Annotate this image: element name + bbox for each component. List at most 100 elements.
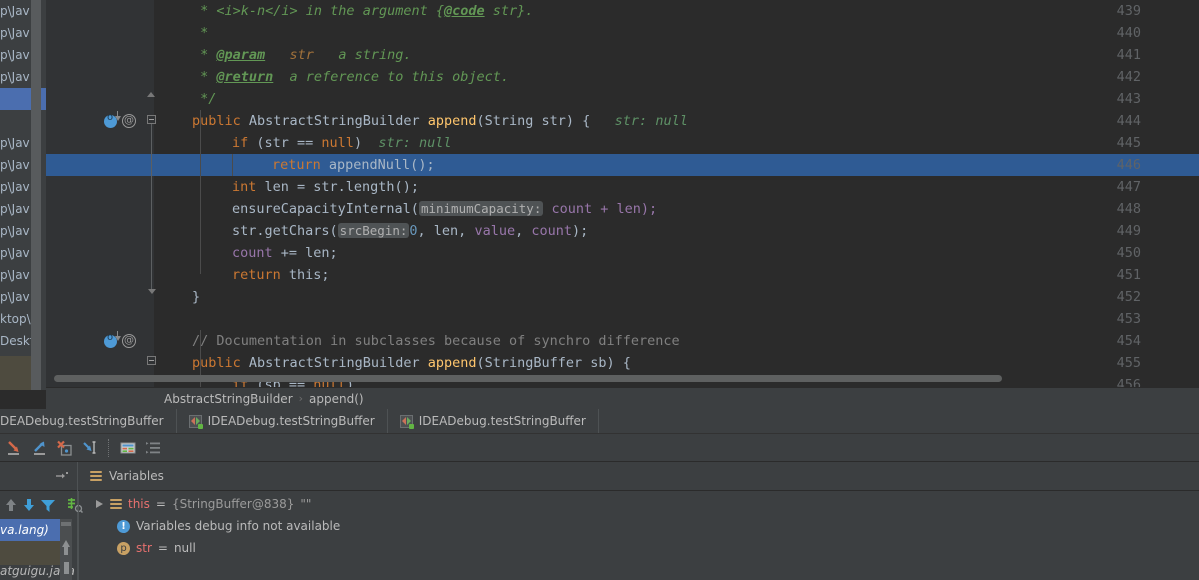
editor-horizontal-scrollbar[interactable] <box>54 375 1002 382</box>
code-text-area[interactable]: * <i>k-n</i> in the argument {@code str}… <box>154 0 1199 387</box>
number-literal: 0 <box>409 223 418 239</box>
code-line: // Documentation in subclasses because o… <box>154 330 680 352</box>
force-step-into-button[interactable] <box>53 437 75 459</box>
breadcrumb-class[interactable]: AbstractStringBuilder <box>164 392 293 406</box>
code-line: */ <box>154 88 216 110</box>
equals-sign: = <box>155 497 166 511</box>
annotation-marker-icon[interactable]: @ <box>122 114 136 128</box>
toolbar-separator <box>108 438 109 457</box>
step-over-button[interactable] <box>3 437 25 459</box>
debug-stepping-toolbar[interactable] <box>0 434 1199 462</box>
code-line: public AbstractStringBuilder append(Stri… <box>154 352 631 374</box>
inline-debug-hint: str: null <box>362 135 452 151</box>
javadoc-text: a string. <box>313 47 412 63</box>
run-config-icon <box>188 414 203 429</box>
annotation-marker-icon[interactable]: @ <box>122 334 136 348</box>
code-line: * <box>154 22 208 44</box>
parameter-icon: p <box>117 541 130 555</box>
bg-up-arrow-icon[interactable] <box>62 540 70 547</box>
bg-up-arrow-stem <box>64 547 68 555</box>
inline-debug-hint: str: null <box>598 113 688 129</box>
javadoc-text: */ <box>192 91 217 107</box>
ide-debugger-window: p\Jav p\Jav p\Jav p\Jav p\Jav p\Jav p\Ja… <box>0 0 1199 580</box>
method-call: ensureCapacityInternal( <box>232 201 419 217</box>
javadoc-tag: @param <box>216 47 266 63</box>
run-to-cursor-button[interactable] <box>78 437 100 459</box>
keyword: int <box>232 179 257 195</box>
variables-panel-header: Variables <box>0 461 1199 491</box>
expression: ) <box>353 135 363 151</box>
keyword: if <box>232 135 249 151</box>
move-up-button[interactable] <box>4 496 18 514</box>
breadcrumb[interactable]: AbstractStringBuilder › append() <box>46 387 1199 409</box>
code-line: } <box>154 286 200 308</box>
statement: len = str.length(); <box>256 179 419 195</box>
step-out-button[interactable] <box>28 437 50 459</box>
add-watch-button[interactable] <box>66 496 83 514</box>
field-reference: count <box>531 223 572 239</box>
javadoc-text: <i>k-n</i> in the argument { <box>216 3 444 19</box>
code-editor[interactable]: 439 440 441 442 443 444 445 446 447 448 … <box>46 0 1199 387</box>
breadcrumb-method[interactable]: append() <box>309 392 364 406</box>
editor-gutter[interactable] <box>46 0 154 387</box>
debug-tab-label: IDEADebug.testStringBuffer <box>418 414 586 428</box>
override-method-icon[interactable] <box>104 331 121 348</box>
method-call: appendNull(); <box>320 157 435 173</box>
debug-info-message: Variables debug info not available <box>136 519 341 533</box>
restore-layout-icon[interactable] <box>55 470 69 482</box>
code-line: * @return a reference to this object. <box>154 66 509 88</box>
debug-session-tabs[interactable]: DEADebug.testStringBuffer IDEADebug.test… <box>0 409 1199 434</box>
code-line: return this; <box>154 264 330 286</box>
bg-bottom-fill <box>0 356 31 390</box>
method-name: append <box>427 355 477 371</box>
debug-tab-2[interactable]: IDEADebug.testStringBuffer <box>177 409 388 433</box>
variable-row-str[interactable]: p str = null <box>96 537 1196 559</box>
argument-expression: count + len); <box>543 201 658 217</box>
javadoc-text: * <box>192 69 217 85</box>
argument: , len, <box>417 223 475 239</box>
variable-row-this[interactable]: this = {StringBuffer@838} "" <box>96 493 1196 515</box>
code-line-current: return appendNull(); <box>154 154 435 176</box>
bg-down-arrow-icon[interactable] <box>64 562 69 574</box>
code-line: if (str == null) str: null <box>154 132 451 154</box>
tab-variables[interactable]: Variables <box>78 462 176 491</box>
code-line: int len = str.length(); <box>154 176 419 198</box>
run-config-icon <box>399 414 414 429</box>
parameter-hint: minimumCapacity: <box>418 201 544 216</box>
statement: += len; <box>272 245 338 261</box>
equals-sign: = <box>157 541 168 555</box>
argument: ); <box>572 223 589 239</box>
override-method-icon[interactable] <box>104 111 121 128</box>
filter-button[interactable] <box>40 496 56 514</box>
info-icon: ! <box>117 519 130 533</box>
variable-value: null <box>173 541 196 555</box>
variable-name: this <box>128 497 150 511</box>
debug-tab-label: DEADebug.testStringBuffer <box>0 414 164 428</box>
debug-tab-1[interactable]: DEADebug.testStringBuffer <box>0 409 177 433</box>
javadoc-tag: @return <box>216 69 274 85</box>
statement: this; <box>280 267 330 283</box>
bg-scrollbar[interactable] <box>31 0 41 390</box>
field-reference: count <box>232 245 273 261</box>
code-line: str.getChars(srcBegin: 0, len, value, cou… <box>154 220 588 242</box>
bg-selected-item: va.lang) <box>0 519 68 541</box>
background-window-strip: p\Jav p\Jav p\Jav p\Jav p\Jav p\Jav p\Ja… <box>0 0 46 390</box>
bg-scrollbar-thumb[interactable] <box>61 522 71 526</box>
debug-tab-3[interactable]: IDEADebug.testStringBuffer <box>388 409 599 433</box>
code-line: public AbstractStringBuilder append(Stri… <box>154 110 688 132</box>
parameter-hint: srcBegin: <box>337 223 410 238</box>
show-execution-point-button[interactable] <box>142 437 164 459</box>
code-line: * <i>k-n</i> in the argument {@code str}… <box>154 0 533 22</box>
move-down-button[interactable] <box>22 496 36 514</box>
variable-value: {StringBuffer@838} <box>171 497 295 511</box>
expand-triangle-icon[interactable] <box>96 500 103 508</box>
variables-panel[interactable]: this = {StringBuffer@838} "" ! Variables… <box>0 491 1199 580</box>
bg-fill-block <box>0 541 60 565</box>
evaluate-expression-button[interactable] <box>117 437 139 459</box>
keyword: return <box>272 157 321 173</box>
javadoc-text: * <box>192 47 217 63</box>
pin-area[interactable] <box>0 461 78 491</box>
variables-tree[interactable]: this = {StringBuffer@838} "" ! Variables… <box>96 493 1196 559</box>
keyword: return <box>232 267 281 283</box>
